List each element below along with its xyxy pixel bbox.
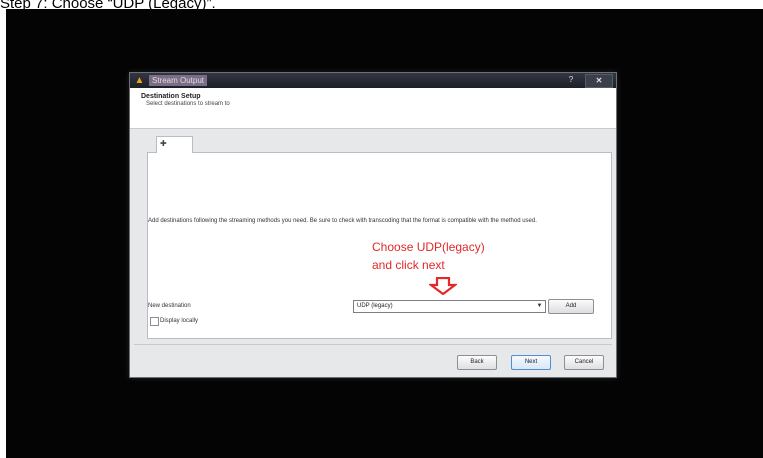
down-arrow-icon <box>429 277 457 295</box>
annotation-line-2: and click next <box>372 258 445 272</box>
add-button[interactable]: Add <box>548 299 594 314</box>
window-title: Stream Output <box>149 75 208 86</box>
stream-output-dialog: ▲ Stream Output ? ✕ Destination Setup Se… <box>129 72 617 378</box>
close-button[interactable]: ✕ <box>585 74 613 88</box>
video-frame: ▲ Stream Output ? ✕ Destination Setup Se… <box>6 9 763 458</box>
next-button[interactable]: Next <box>511 355 551 370</box>
new-destination-label: New destination <box>148 303 191 309</box>
destination-select[interactable]: UDP (legacy) ▼ <box>353 300 546 313</box>
title-bar: ▲ Stream Output ? ✕ <box>130 73 616 88</box>
description-text: Add destinations following the streaming… <box>148 218 537 224</box>
destination-panel: Add destinations following the streaming… <box>147 152 612 339</box>
page-title: Destination Setup <box>141 93 201 100</box>
cancel-button[interactable]: Cancel <box>564 355 604 370</box>
plus-icon: ✚ <box>160 139 167 148</box>
display-locally-checkbox[interactable] <box>150 317 159 326</box>
display-locally-label: Display locally <box>160 318 199 324</box>
annotation-line-1: Choose UDP(legacy) <box>372 240 485 254</box>
footer-divider <box>134 344 612 345</box>
help-button[interactable]: ? <box>563 74 579 86</box>
destination-select-value: UDP (legacy) <box>357 303 393 309</box>
wizard-header: Destination Setup Select destinations to… <box>130 88 616 129</box>
page-subtitle: Select destinations to stream to <box>146 101 230 107</box>
tab-add-destination[interactable]: ✚ <box>156 136 193 153</box>
vlc-cone-icon: ▲ <box>134 75 145 86</box>
back-button[interactable]: Back <box>457 355 497 370</box>
chevron-down-icon: ▼ <box>536 303 543 309</box>
